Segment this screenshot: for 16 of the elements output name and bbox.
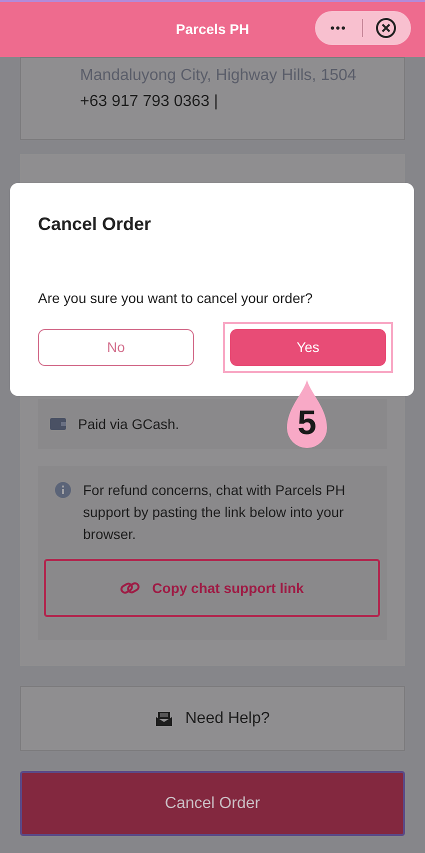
info-icon [55, 482, 71, 498]
dialog-message: Are you sure you want to cancel your order? [38, 289, 314, 308]
phone-text: +63 917 793 0363 | [80, 92, 220, 112]
refund-text: For refund concerns, chat with Parcels PH support by pasting the link below into your browser. [83, 481, 346, 544]
wallet-icon [50, 417, 66, 431]
need-help-button[interactable]: Need Help? [20, 686, 405, 751]
close-icon[interactable] [375, 17, 397, 39]
confirm-button[interactable]: Yes [230, 329, 386, 366]
payment-text: Paid via GCash. [78, 414, 180, 434]
dismiss-button[interactable]: No [38, 329, 194, 366]
more-button[interactable]: ••• [315, 19, 362, 37]
dialog-title: Cancel Order [38, 213, 152, 236]
app-title: Parcels PH [176, 20, 250, 39]
step-marker: 5 [287, 380, 327, 450]
link-icon [120, 580, 140, 596]
envelope-icon [155, 710, 174, 726]
